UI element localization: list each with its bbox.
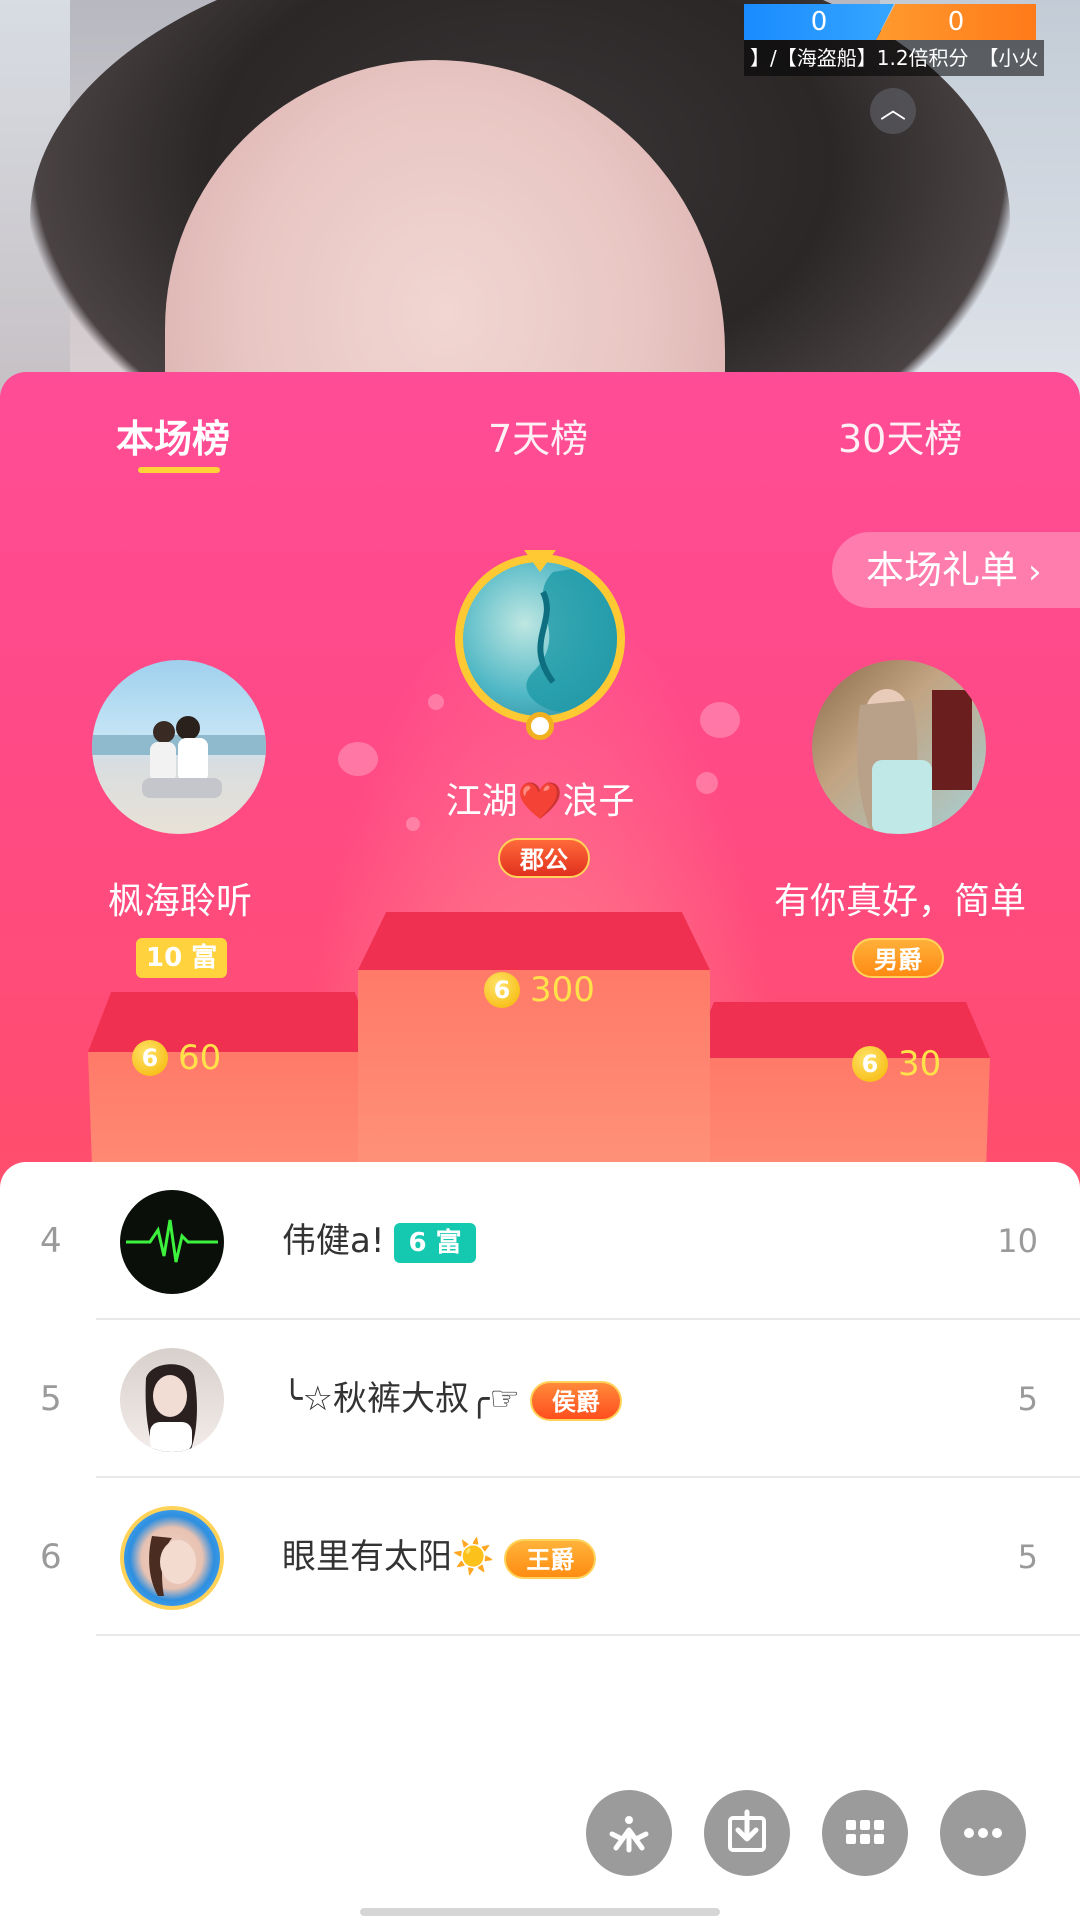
top3-score-value: 30: [898, 1043, 942, 1084]
podium-top: [358, 912, 710, 970]
top2-level-badge: 10 富: [136, 938, 228, 978]
ranking-tabs: 本场榜 7天榜 30天榜: [0, 372, 1080, 492]
download-button[interactable]: [704, 1790, 790, 1876]
podium-top: [690, 1002, 990, 1058]
chevron-right-icon: ›: [1028, 552, 1042, 592]
collapse-button[interactable]: ︿: [870, 88, 916, 134]
list-rank: 5: [40, 1379, 62, 1419]
list-item[interactable]: 6 眼里有太阳☀️ 王爵 5: [0, 1478, 1080, 1636]
couple-photo: [92, 716, 266, 798]
grid-icon: [846, 1820, 884, 1844]
list-username: 眼里有太阳☀️: [282, 1537, 495, 1577]
top1-score-value: 300: [530, 969, 595, 1010]
medal-icon: [526, 712, 554, 740]
list-user: ╰☆秋裤大叔╭☞ 侯爵: [282, 1320, 622, 1478]
tab-current-session[interactable]: 本场榜: [116, 408, 230, 463]
download-icon: [728, 1809, 766, 1852]
top1-avatar[interactable]: [455, 554, 625, 724]
gift-list-label: 本场礼单: [866, 548, 1019, 592]
list-avatar[interactable]: [120, 1348, 224, 1452]
coin-icon: 6: [132, 1039, 168, 1076]
top3-title-badge: 男爵: [852, 938, 944, 978]
gift-list-button[interactable]: 本场礼单 ›: [832, 532, 1080, 608]
top1-score: 6 300: [484, 968, 595, 1010]
list-score: 10: [997, 1222, 1038, 1260]
top2-score-value: 60: [178, 1037, 222, 1078]
pk-left-score: 0: [744, 4, 894, 40]
top3-score: 6 30: [852, 1042, 941, 1084]
list-title-badge: 王爵: [504, 1538, 597, 1579]
list-item[interactable]: 4 伟健a! 6 富 10: [0, 1162, 1080, 1320]
decor-bubble: [338, 742, 378, 776]
ranking-list: 4 伟健a! 6 富 10 5 ╰☆秋裤大叔╭☞ 侯爵 5 6 眼里有太阳☀️ …: [0, 1162, 1080, 1920]
list-item[interactable]: 5 ╰☆秋裤大叔╭☞ 侯爵 5: [0, 1320, 1080, 1478]
list-user: 伟健a! 6 富: [282, 1162, 476, 1320]
heartbeat-icon: [126, 1219, 218, 1263]
more-button[interactable]: [940, 1790, 1026, 1876]
list-level-badge: 6 富: [394, 1222, 476, 1263]
list-username: 伟健a!: [282, 1221, 385, 1261]
chevron-up-icon: ︿: [879, 95, 906, 125]
coin-icon: 6: [852, 1045, 888, 1082]
top3-avatar[interactable]: [812, 660, 986, 834]
list-avatar[interactable]: [120, 1190, 224, 1294]
tab-30-days[interactable]: 30天榜: [838, 408, 962, 463]
top2-score: 6 60: [132, 1036, 221, 1078]
girl-portrait: [149, 1536, 196, 1596]
top2-name: 枫海聆听: [107, 881, 252, 922]
woman-portrait: [145, 1364, 197, 1452]
list-score: 5: [1017, 1538, 1038, 1576]
tab-7-days[interactable]: 7天榜: [488, 408, 588, 463]
apps-button[interactable]: [822, 1790, 908, 1876]
home-indicator: [360, 1908, 720, 1916]
row-divider: [96, 1634, 1080, 1636]
tab-active-indicator: [138, 467, 220, 473]
decor-bubble: [696, 772, 718, 794]
list-rank: 6: [40, 1537, 62, 1577]
list-rank: 4: [40, 1221, 62, 1261]
top3-name: 有你真好，简单: [773, 881, 1026, 922]
more-icon: [964, 1828, 1002, 1838]
top1-name: 江湖❤️浪子: [445, 781, 635, 822]
decor-bubble: [428, 694, 444, 710]
list-title-badge: 侯爵: [529, 1380, 622, 1421]
share-icon: [609, 1816, 649, 1853]
dragon-avatar-art: [526, 562, 617, 712]
decor-bubble: [406, 817, 420, 831]
list-username: ╰☆秋裤大叔╭☞: [282, 1379, 520, 1419]
pk-right-score: 0: [876, 4, 1036, 40]
woman-photo: [857, 689, 972, 834]
top1-title-badge: 郡公: [498, 838, 590, 878]
share-button[interactable]: [586, 1790, 672, 1876]
list-user: 眼里有太阳☀️ 王爵: [282, 1478, 597, 1636]
event-ticker: 】/【海盗船】1.2倍积分 【小火: [744, 40, 1044, 76]
top2-avatar[interactable]: [92, 660, 266, 834]
list-score: 5: [1017, 1380, 1038, 1418]
decor-bubble: [700, 702, 740, 738]
list-avatar[interactable]: [120, 1506, 224, 1610]
coin-icon: 6: [484, 971, 520, 1008]
pk-score-bar: 0 0: [744, 4, 1044, 40]
